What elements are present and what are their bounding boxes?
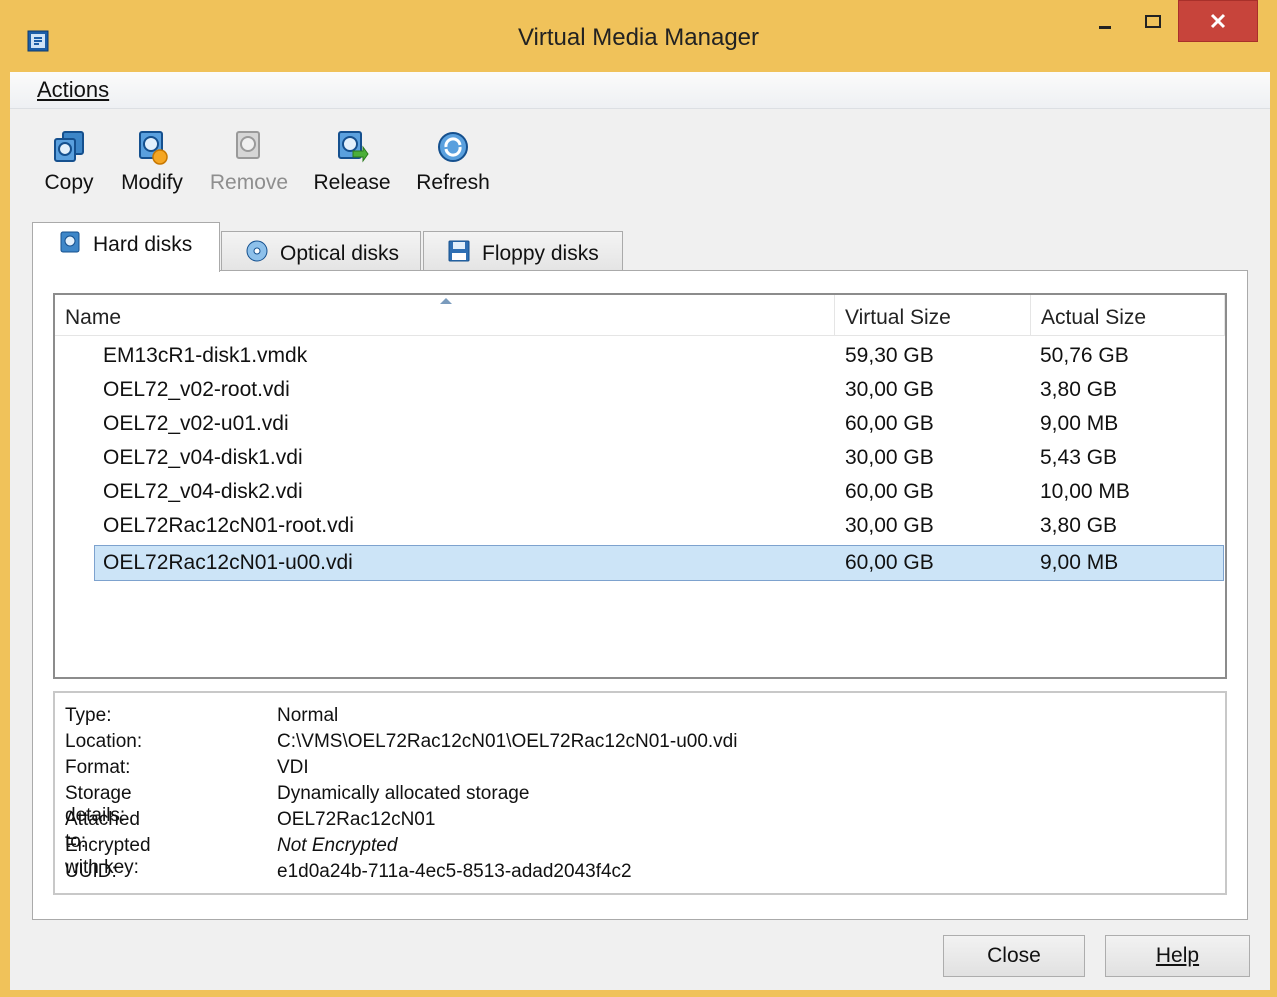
table-row[interactable]: OEL72Rac12cN01-root.vdi 30,00 GB 3,80 GB	[55, 509, 1225, 543]
detail-value: Dynamically allocated storage	[277, 783, 530, 804]
tab-optical-disks-label: Optical disks	[280, 242, 400, 265]
detail-value: e1d0a24b-711a-4ec5-8513-adad2043f4c2	[277, 861, 632, 882]
sort-ascending-icon	[440, 298, 452, 304]
table-row-selected[interactable]: OEL72Rac12cN01-u00.vdi 60,00 GB 9,00 MB	[94, 545, 1224, 581]
row-actual-size: 9,00 MB	[1040, 412, 1119, 435]
tab-floppy-disks-label: Floppy disks	[482, 242, 599, 265]
maximize-button[interactable]	[1130, 0, 1176, 42]
floppy-disk-icon	[448, 240, 470, 262]
menu-actions-label: Actions	[37, 77, 110, 102]
optical-disk-icon	[246, 240, 268, 262]
row-virtual-size: 60,00 GB	[845, 412, 934, 435]
detail-label: Format:	[65, 757, 131, 778]
column-name-label: Name	[65, 306, 122, 329]
detail-value: Not Encrypted	[277, 835, 398, 856]
row-virtual-size: 59,30 GB	[845, 344, 934, 367]
modify-button[interactable]: Modify	[118, 129, 186, 195]
column-header-virtual-size[interactable]: Virtual Size	[835, 295, 1031, 335]
release-button[interactable]: Release	[312, 129, 392, 195]
refresh-icon	[438, 132, 468, 162]
remove-button[interactable]: Remove	[208, 129, 290, 195]
remove-disk-icon	[236, 131, 260, 159]
row-name: OEL72_v02-root.vdi	[103, 378, 290, 401]
detail-label: Type:	[65, 705, 112, 726]
tab-floppy-disks[interactable]: Floppy disks	[423, 231, 623, 271]
client-area: Actions Copy Modify Remove Release Refre…	[10, 72, 1270, 990]
copy-button[interactable]: Copy	[40, 129, 98, 195]
close-window-button[interactable]	[1178, 0, 1258, 42]
close-button[interactable]: Close	[943, 935, 1085, 977]
tab-hard-disks[interactable]: Hard disks	[32, 222, 220, 272]
menu-actions[interactable]: Actions	[37, 77, 109, 103]
tab-hard-disks-label: Hard disks	[93, 233, 193, 256]
disk-list[interactable]: Name Virtual Size Actual Size EM13cR1-di…	[53, 293, 1227, 679]
row-actual-size: 3,80 GB	[1040, 514, 1118, 537]
row-name: OEL72_v02-u01.vdi	[103, 412, 289, 435]
table-row[interactable]: EM13cR1-disk1.vmdk 59,30 GB 50,76 GB	[55, 339, 1225, 373]
detail-value: VDI	[277, 757, 309, 778]
row-actual-size: 9,00 MB	[1040, 551, 1119, 574]
column-header-actual-size[interactable]: Actual Size	[1031, 295, 1225, 335]
disk-details-panel: Type: Normal Location: C:\VMS\OEL72Rac12…	[53, 691, 1227, 895]
detail-label: UUID:	[65, 861, 117, 882]
table-row[interactable]: OEL72_v02-root.vdi 30,00 GB 3,80 GB	[55, 373, 1225, 407]
maximize-icon	[1145, 15, 1161, 28]
row-virtual-size: 60,00 GB	[845, 480, 934, 503]
tab-optical-disks[interactable]: Optical disks	[221, 231, 421, 271]
table-row[interactable]: OEL72_v02-u01.vdi 60,00 GB 9,00 MB	[55, 407, 1225, 441]
row-actual-size: 10,00 MB	[1040, 480, 1130, 503]
detail-value: C:\VMS\OEL72Rac12cN01\OEL72Rac12cN01-u00…	[277, 731, 738, 752]
column-actual-size-label: Actual Size	[1041, 306, 1147, 329]
refresh-label: Refresh	[416, 171, 490, 194]
row-name: OEL72Rac12cN01-root.vdi	[103, 514, 354, 537]
row-name: OEL72Rac12cN01-u00.vdi	[103, 551, 353, 574]
copy-label: Copy	[44, 171, 94, 194]
release-disk-icon	[338, 131, 369, 163]
row-virtual-size: 30,00 GB	[845, 378, 934, 401]
row-name: OEL72_v04-disk2.vdi	[103, 480, 303, 503]
help-button[interactable]: Help	[1105, 935, 1250, 977]
list-header: Name Virtual Size Actual Size	[55, 295, 1225, 336]
row-actual-size: 5,43 GB	[1040, 446, 1118, 469]
detail-value: OEL72Rac12cN01	[277, 809, 436, 830]
detail-value: Normal	[277, 705, 339, 726]
column-virtual-size-label: Virtual Size	[845, 306, 951, 329]
close-icon	[1210, 13, 1226, 29]
hard-disks-panel: Name Virtual Size Actual Size EM13cR1-di…	[32, 270, 1248, 920]
toolbar: Copy Modify Remove Release Refresh	[10, 109, 1270, 209]
menu-bar: Actions	[10, 72, 1270, 109]
row-actual-size: 50,76 GB	[1040, 344, 1129, 367]
minimize-button[interactable]	[1085, 0, 1125, 42]
release-label: Release	[313, 171, 391, 194]
row-actual-size: 3,80 GB	[1040, 378, 1118, 401]
row-name: OEL72_v04-disk1.vdi	[103, 446, 303, 469]
copy-disk-icon	[54, 131, 84, 162]
row-virtual-size: 30,00 GB	[845, 514, 934, 537]
row-virtual-size: 30,00 GB	[845, 446, 934, 469]
virtual-media-manager-window: Virtual Media Manager Actions Copy Modif…	[0, 0, 1277, 997]
refresh-button[interactable]: Refresh	[414, 129, 492, 195]
minimize-icon	[1099, 26, 1111, 29]
table-row[interactable]: OEL72_v04-disk1.vdi 30,00 GB 5,43 GB	[55, 441, 1225, 475]
table-row[interactable]: OEL72_v04-disk2.vdi 60,00 GB 10,00 MB	[55, 475, 1225, 509]
help-button-label: Help	[1155, 944, 1200, 967]
row-name: EM13cR1-disk1.vmdk	[103, 344, 308, 367]
column-header-name[interactable]: Name	[55, 295, 835, 335]
modify-disk-icon	[139, 131, 168, 165]
row-virtual-size: 60,00 GB	[845, 551, 934, 574]
hard-disk-icon	[60, 231, 80, 253]
modify-label: Modify	[121, 171, 183, 194]
remove-label: Remove	[209, 171, 289, 194]
media-tabs: Hard disks Optical disks Floppy disks	[10, 222, 1270, 272]
detail-label: Location:	[65, 731, 143, 752]
title-bar[interactable]: Virtual Media Manager	[0, 0, 1277, 78]
close-button-label: Close	[987, 944, 1041, 967]
